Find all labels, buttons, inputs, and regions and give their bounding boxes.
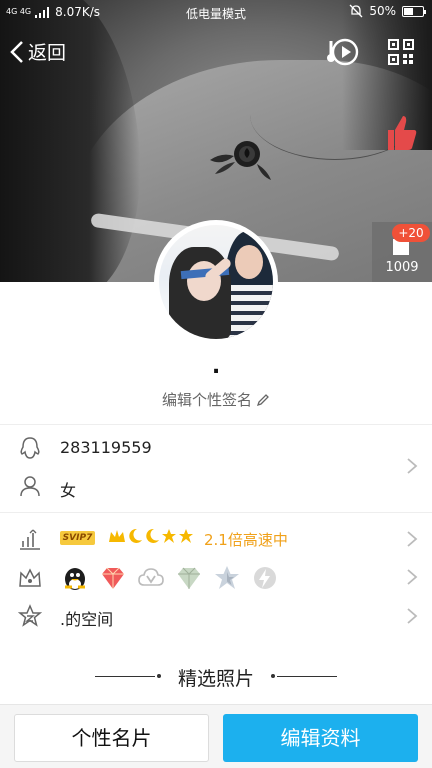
battery-fill: [404, 7, 413, 15]
featured-photos-title: 精选照片: [177, 668, 254, 690]
badge-list: [62, 565, 278, 591]
avatar-face: [235, 245, 263, 279]
pencil-icon: [256, 393, 269, 406]
likes-count: 1009: [385, 260, 419, 275]
avatar-photo: [159, 225, 273, 339]
bottom-bar: 个性名片 编辑资料: [0, 704, 432, 768]
star-icon: [179, 529, 193, 543]
section-dot-right: [271, 674, 275, 678]
space-label: .的空间: [60, 610, 114, 629]
back-button[interactable]: 返回: [10, 38, 66, 65]
status-right: 50%: [349, 4, 426, 18]
nickname[interactable]: .: [0, 354, 432, 379]
divider: [0, 512, 432, 513]
likes-increment-badge: +20: [392, 224, 430, 242]
qq-penguin-outline-icon: [20, 437, 40, 459]
battery-percent: 50%: [369, 4, 396, 18]
section-line-right: [277, 676, 337, 677]
moon-icon: [146, 528, 159, 543]
green-diamond-badge: [178, 567, 200, 589]
star-outline-icon: [18, 604, 42, 627]
star-badge: [215, 566, 239, 589]
profile-card-button[interactable]: 个性名片: [14, 714, 209, 762]
chevron-right-icon: [407, 608, 418, 624]
lightning-badge: [254, 567, 276, 589]
edit-signature[interactable]: 编辑个性签名: [0, 389, 432, 410]
battery-icon: [402, 5, 426, 17]
crown-icon: [109, 530, 125, 542]
level-chart-icon: [20, 529, 40, 550]
avatar[interactable]: [154, 220, 278, 344]
diamond-badge: [102, 567, 124, 589]
back-label: 返回: [28, 42, 67, 64]
svip-badge: SVIP7: [60, 531, 95, 545]
chevron-right-icon: [407, 569, 418, 585]
thumbs-up-icon[interactable]: [382, 112, 418, 152]
qq-number: 283119559: [60, 438, 152, 457]
mute-bell-icon: [349, 4, 363, 18]
rose-tattoo-icon: [210, 141, 271, 180]
crown-outline-icon: [19, 568, 41, 587]
signature-placeholder: 编辑个性签名: [161, 391, 252, 409]
star-icon: [162, 529, 176, 543]
divider: [0, 424, 432, 425]
moon-icon: [129, 528, 142, 543]
status-bar: 4G 4G 8.07K/s 低电量模式 50%: [0, 0, 432, 26]
edit-profile-button[interactable]: 编辑资料: [223, 714, 418, 762]
avatar-shirt: [225, 285, 273, 339]
person-icon: [20, 476, 40, 497]
chevron-right-icon: [407, 531, 418, 547]
speed-text: 2.1倍高速中: [204, 531, 288, 549]
qq-penguin-badge: [65, 568, 85, 590]
chevron-right-icon: [407, 458, 418, 474]
chevron-left-icon: [10, 40, 23, 63]
level-icons: [108, 528, 194, 544]
qr-code-icon[interactable]: [388, 39, 414, 65]
music-note-play-icon[interactable]: [327, 37, 359, 67]
gender: 女: [60, 481, 77, 500]
cloud-badge: [138, 568, 164, 586]
